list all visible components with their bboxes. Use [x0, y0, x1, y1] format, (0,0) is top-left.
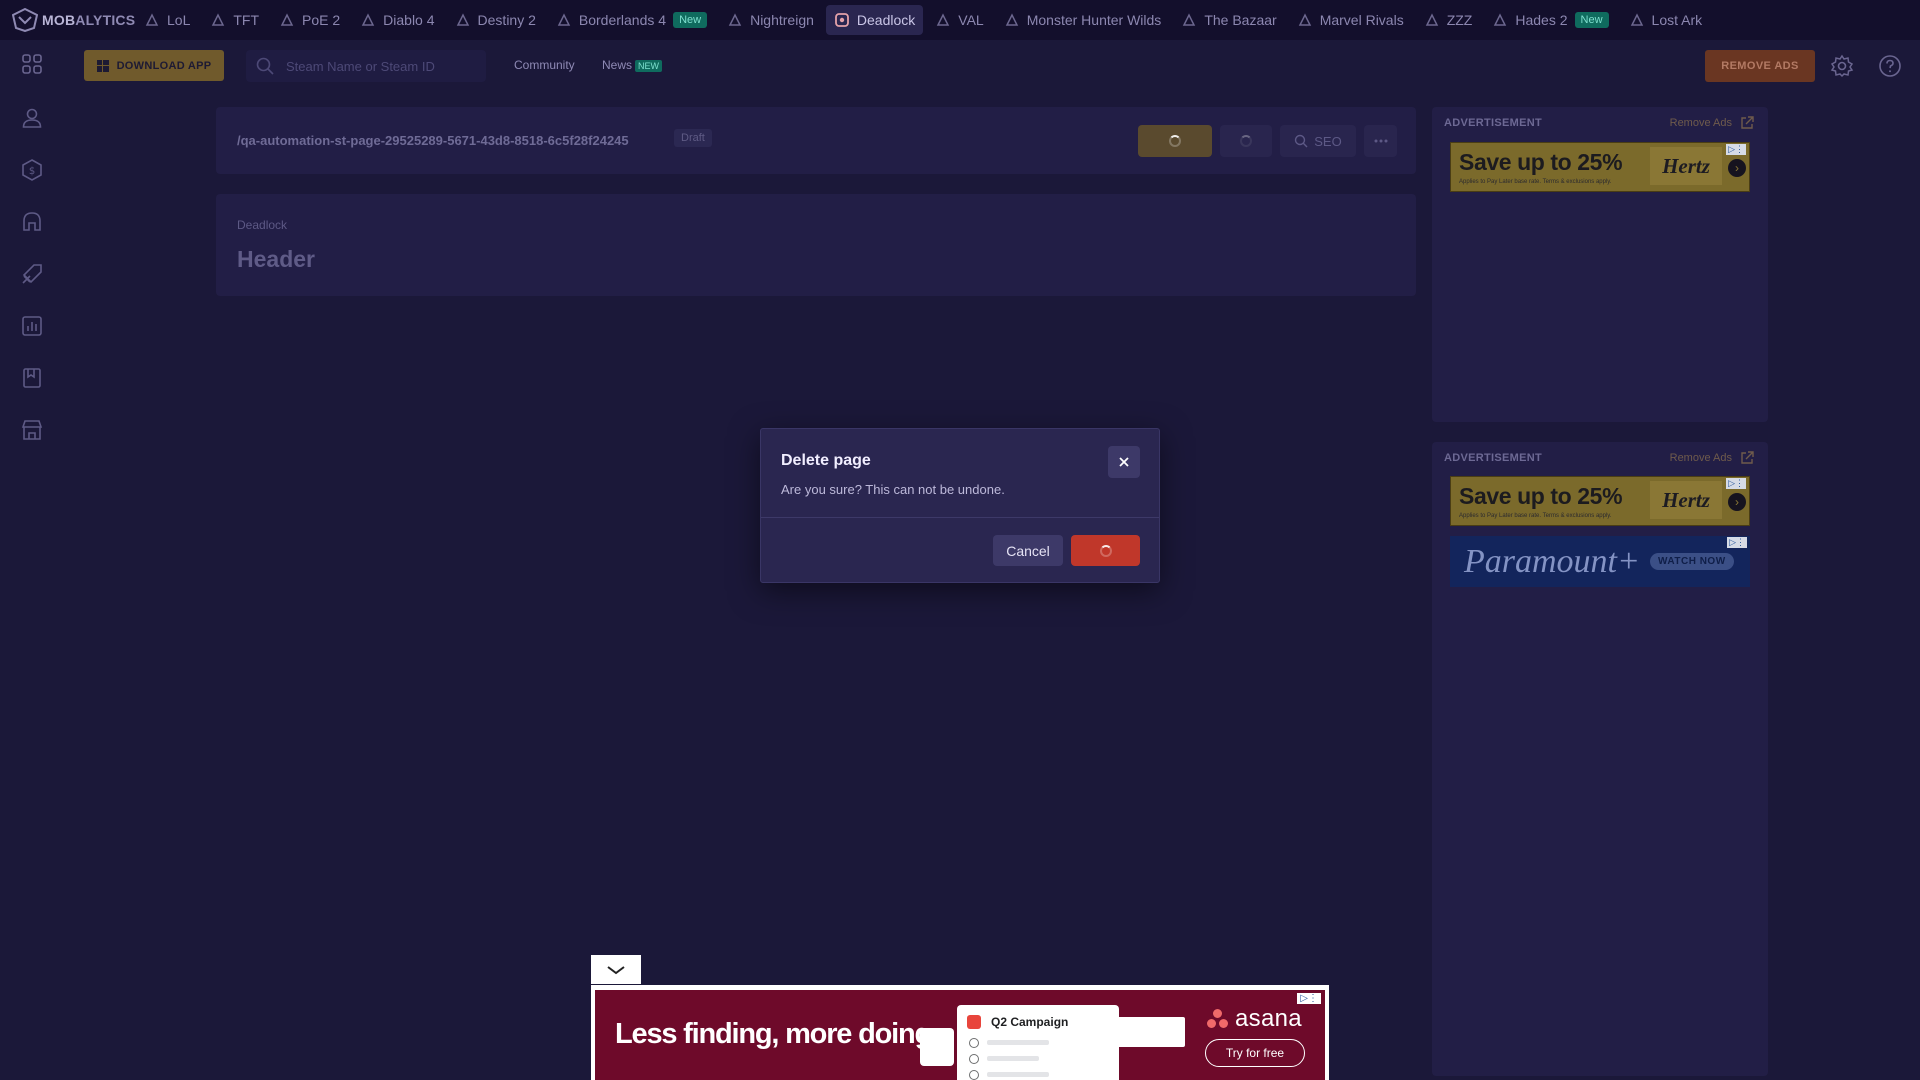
task-line [987, 1056, 1039, 1061]
cancel-button[interactable]: Cancel [993, 535, 1063, 566]
chevron-down-icon [607, 965, 625, 974]
check-icon [969, 1054, 979, 1064]
check-icon [969, 1038, 979, 1048]
close-icon [1119, 457, 1129, 467]
adchoices-icon[interactable]: ▷⋮ [1297, 993, 1321, 1004]
bottom-sticky-ad[interactable]: Less finding, more doing Q2 Campaign asa… [591, 985, 1329, 1080]
asana-logo: asana [1207, 1005, 1302, 1033]
asana-ad-banner[interactable]: Less finding, more doing Q2 Campaign asa… [595, 990, 1325, 1080]
dialog-title: Delete page [781, 452, 871, 469]
asana-brand-name: asana [1235, 1005, 1302, 1032]
ad-input-box [1095, 1017, 1185, 1047]
dialog-message: Are you sure? This can not be undone. [781, 482, 1005, 497]
task-line [987, 1040, 1049, 1045]
project-icon [967, 1015, 981, 1029]
check-icon [969, 1070, 979, 1080]
task-line [987, 1072, 1049, 1077]
asana-ad-headline: Less finding, more doing [615, 1018, 932, 1050]
try-for-free-button[interactable]: Try for free [1205, 1039, 1305, 1067]
asana-dots-icon [1207, 1009, 1229, 1029]
confirm-delete-button[interactable] [1071, 535, 1140, 566]
avatar [920, 1028, 954, 1066]
dialog-divider [761, 517, 1159, 518]
asana-card-title: Q2 Campaign [991, 1015, 1069, 1029]
collapse-ad-button[interactable] [591, 955, 641, 984]
delete-page-dialog: Delete page Are you sure? This can not b… [760, 428, 1160, 583]
close-dialog-button[interactable] [1108, 446, 1140, 478]
loading-spinner-icon [1099, 544, 1112, 557]
